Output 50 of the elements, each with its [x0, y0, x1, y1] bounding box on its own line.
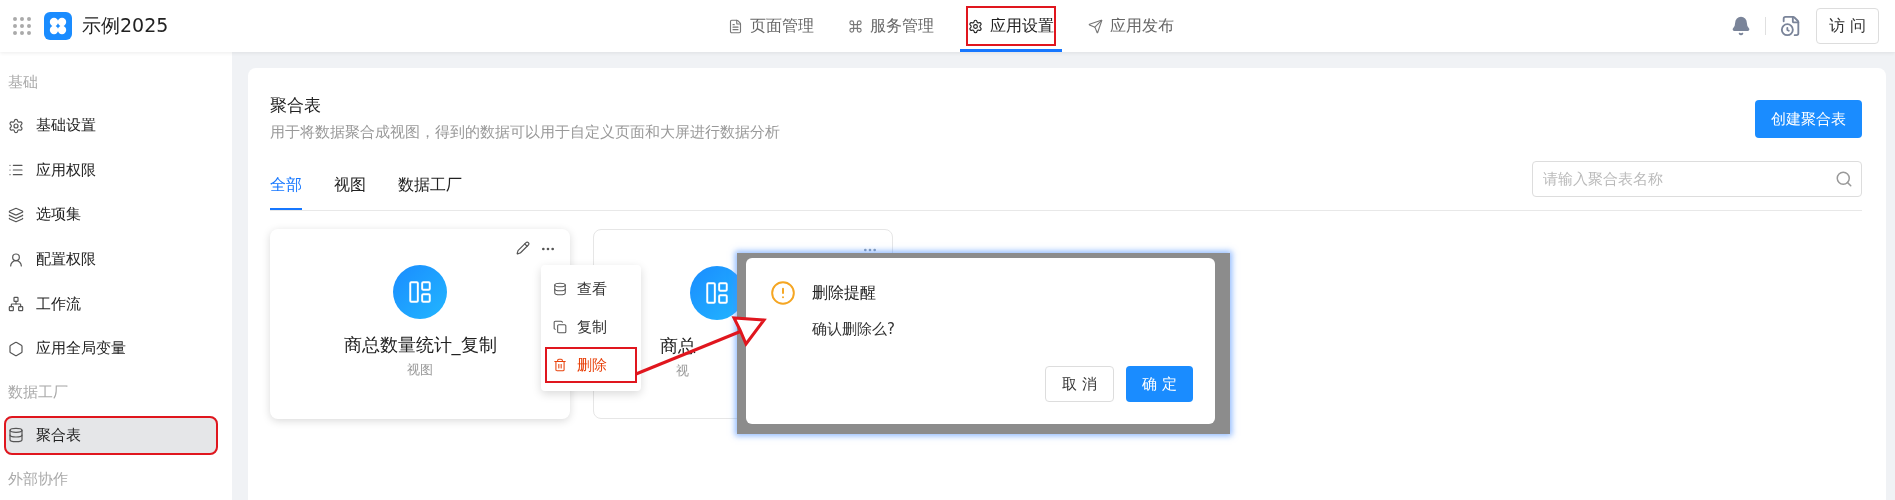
sidebar-item[interactable]: 聚合表 — [4, 415, 218, 456]
nav-tab[interactable]: 应用设置 — [960, 0, 1062, 52]
sidebar-item[interactable]: 配置权限 — [4, 239, 218, 280]
card-title: 商总数量统计_复制 — [343, 333, 497, 357]
filter-tab[interactable]: 数据工厂 — [398, 160, 462, 210]
hexagon-icon — [8, 340, 24, 357]
cancel-button[interactable]: 取 消 — [1045, 366, 1115, 402]
edit-icon[interactable] — [516, 241, 530, 255]
app-name: 示例2025 — [82, 13, 169, 38]
gear-icon — [968, 18, 983, 34]
dialog-message: 确认删除么? — [812, 320, 896, 339]
aggregate-card[interactable]: 商总数量统计_复制 视图 — [270, 229, 570, 419]
filter-tab[interactable]: 视图 — [334, 160, 366, 210]
network-icon — [8, 296, 24, 313]
bell-icon[interactable] — [1730, 16, 1751, 36]
layers-icon — [8, 206, 24, 223]
warning-icon — [770, 280, 796, 306]
document-clock-icon[interactable] — [1779, 15, 1802, 37]
apps-grid-icon[interactable] — [10, 14, 34, 38]
trash-icon — [553, 358, 567, 372]
search-icon[interactable] — [1835, 170, 1853, 188]
gear-icon — [8, 117, 24, 134]
card-type: 视 — [676, 362, 689, 380]
sidebar-section-title: 外部协作 — [7, 468, 69, 490]
filter-tab[interactable]: 全部 — [270, 160, 302, 210]
nav-tab[interactable]: 页面管理 — [720, 0, 822, 52]
visit-button[interactable]: 访 问 — [1815, 8, 1879, 44]
app-logo-icon — [44, 12, 72, 40]
sidebar-item[interactable]: 工作流 — [4, 284, 218, 325]
nav-tab[interactable]: 应用发布 — [1080, 0, 1182, 52]
command-icon — [848, 18, 863, 34]
copy-icon — [553, 320, 567, 334]
card-type: 视图 — [407, 361, 433, 379]
database-icon — [8, 427, 24, 444]
dialog-title: 删除提醒 — [812, 282, 876, 304]
sidebar-section-title: 数据工厂 — [7, 382, 69, 404]
sidebar-item[interactable]: 应用权限 — [4, 150, 218, 191]
sidebar-item[interactable]: 基础设置 — [4, 105, 218, 146]
user-icon — [8, 251, 24, 268]
view-icon — [393, 265, 447, 319]
send-icon — [1088, 18, 1103, 34]
sidebar-item[interactable]: 应用全局变量 — [4, 329, 218, 369]
database-icon — [553, 282, 567, 296]
page-description: 用于将数据聚合成视图，得到的数据可以用于自定义页面和大屏进行数据分析 — [270, 123, 780, 142]
sidebar-item[interactable]: 选项集 — [4, 195, 218, 235]
page-icon — [728, 18, 743, 34]
page-title: 聚合表 — [270, 94, 322, 117]
search-field[interactable]: 请输入聚合表名称 — [1532, 161, 1862, 197]
nav-tab[interactable]: 服务管理 — [840, 0, 942, 52]
sidebar-section-title: 基础 — [7, 72, 39, 94]
